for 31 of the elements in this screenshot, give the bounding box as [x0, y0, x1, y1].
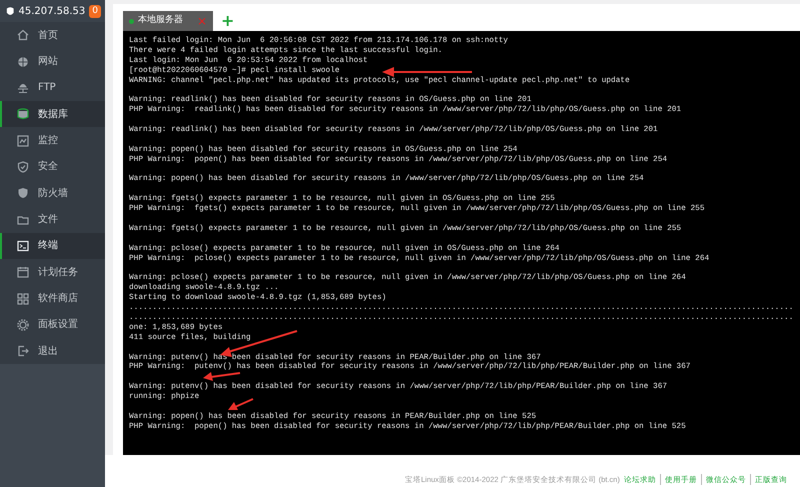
- notification-count: 0: [89, 4, 101, 18]
- sidebar-item[interactable]: 面板设置: [0, 312, 105, 338]
- arrow-annotation: [228, 398, 254, 410]
- terminal-tab[interactable]: 本地服务器 ×: [123, 11, 213, 31]
- sidebar-item[interactable]: 网站: [0, 48, 105, 75]
- sidebar-item[interactable]: 首页: [0, 22, 105, 48]
- calendar-icon: [17, 266, 29, 278]
- monitor-icon: [17, 134, 29, 147]
- shield-icon: [17, 160, 29, 173]
- sidebar-item[interactable]: 监控: [0, 127, 105, 154]
- sidebar-item[interactable]: FTP: [0, 74, 105, 102]
- home-icon: [17, 29, 29, 42]
- logout-icon: [17, 345, 29, 358]
- terminal-icon: [17, 240, 29, 252]
- sidebar-item[interactable]: 文件: [0, 206, 105, 233]
- database-icon: [17, 108, 29, 120]
- globe-icon: [17, 56, 29, 68]
- sidebar-item[interactable]: 软件商店: [0, 285, 105, 312]
- sidebar-item[interactable]: 防火墙: [0, 180, 105, 206]
- grid-icon: [17, 292, 29, 305]
- sidebar-item[interactable]: 安全: [0, 154, 105, 180]
- folder-icon: [17, 214, 29, 226]
- sidebar-item[interactable]: 终端: [0, 232, 105, 260]
- status-dot: [129, 18, 134, 24]
- sidebar-item[interactable]: 数据库: [0, 101, 105, 128]
- shield-icon: [17, 187, 29, 200]
- arrow-annotation: [203, 372, 240, 381]
- server-ip: 45.207.58.53: [18, 4, 86, 18]
- sidebar-item[interactable]: 退出: [0, 338, 105, 364]
- sidebar-item[interactable]: 计划任务: [0, 259, 105, 286]
- gear-icon: [17, 318, 29, 331]
